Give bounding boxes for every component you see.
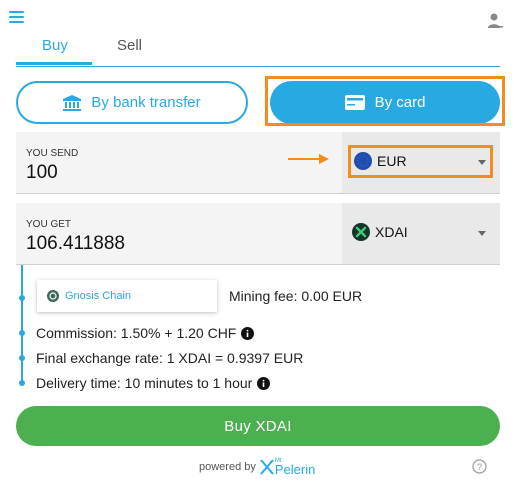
get-currency: XDAI: [375, 224, 408, 240]
currency-highlight-frame: [348, 145, 493, 178]
info-icon[interactable]: [257, 376, 271, 390]
get-currency-select[interactable]: XDAI: [342, 203, 500, 265]
active-tab-indicator: [16, 62, 92, 65]
get-amount-field: YOU GET 106.411888: [16, 203, 342, 265]
brand-name: Pelerin: [274, 462, 316, 477]
timeline-dot: [19, 330, 25, 336]
mt-pelerin-icon: [260, 459, 274, 475]
bank-transfer-label: By bank transfer: [91, 94, 201, 111]
user-icon[interactable]: [487, 12, 504, 29]
chevron-down-icon: [478, 231, 486, 236]
delivery-time-text: Delivery time: 10 minutes to 1 hour: [36, 375, 253, 391]
powered-by-footer: powered by Mt Pelerin: [199, 458, 315, 476]
buy-button[interactable]: Buy XDAI: [16, 406, 500, 446]
info-icon[interactable]: [241, 326, 255, 340]
gnosis-icon: [47, 290, 59, 302]
get-amount: 106.411888: [26, 233, 125, 254]
delivery-time-line: Delivery time: 10 minutes to 1 hour: [36, 375, 271, 391]
exchange-rate-line: Final exchange rate: 1 XDAI = 0.9397 EUR: [36, 350, 303, 366]
top-bar: [0, 0, 514, 30]
send-label: YOU SEND: [26, 148, 79, 159]
mining-fee: Mining fee: 0.00 EUR: [229, 288, 363, 304]
network-badge: Gnosis Chain: [37, 280, 217, 312]
arrow-right-icon: [288, 154, 329, 164]
network-name: Gnosis Chain: [65, 290, 132, 302]
svg-text:?: ?: [477, 462, 482, 472]
details-timeline: [21, 265, 23, 385]
tab-buy[interactable]: Buy: [42, 37, 68, 54]
xdai-icon: [352, 223, 370, 241]
tab-sell[interactable]: Sell: [117, 37, 142, 54]
bank-icon: [63, 94, 82, 111]
timeline-dot: [19, 355, 25, 361]
help-icon[interactable]: ?: [472, 459, 487, 474]
get-label: YOU GET: [26, 219, 72, 230]
commission-text: Commission: 1.50% + 1.20 CHF: [36, 325, 237, 341]
bank-transfer-button[interactable]: By bank transfer: [16, 81, 248, 124]
send-amount[interactable]: 100: [26, 162, 58, 184]
hamburger-icon[interactable]: [9, 11, 24, 23]
mt-pelerin-logo[interactable]: Mt Pelerin: [260, 458, 315, 476]
card-highlight-frame: [265, 76, 505, 126]
exchange-rate-text: Final exchange rate: 1 XDAI = 0.9397 EUR: [36, 350, 304, 366]
timeline-dot: [19, 380, 25, 386]
timeline-dot: [19, 295, 25, 301]
powered-by-text: powered by: [199, 461, 256, 473]
commission-line: Commission: 1.50% + 1.20 CHF: [36, 325, 255, 341]
buy-sell-tabs: Buy Sell: [16, 32, 500, 67]
